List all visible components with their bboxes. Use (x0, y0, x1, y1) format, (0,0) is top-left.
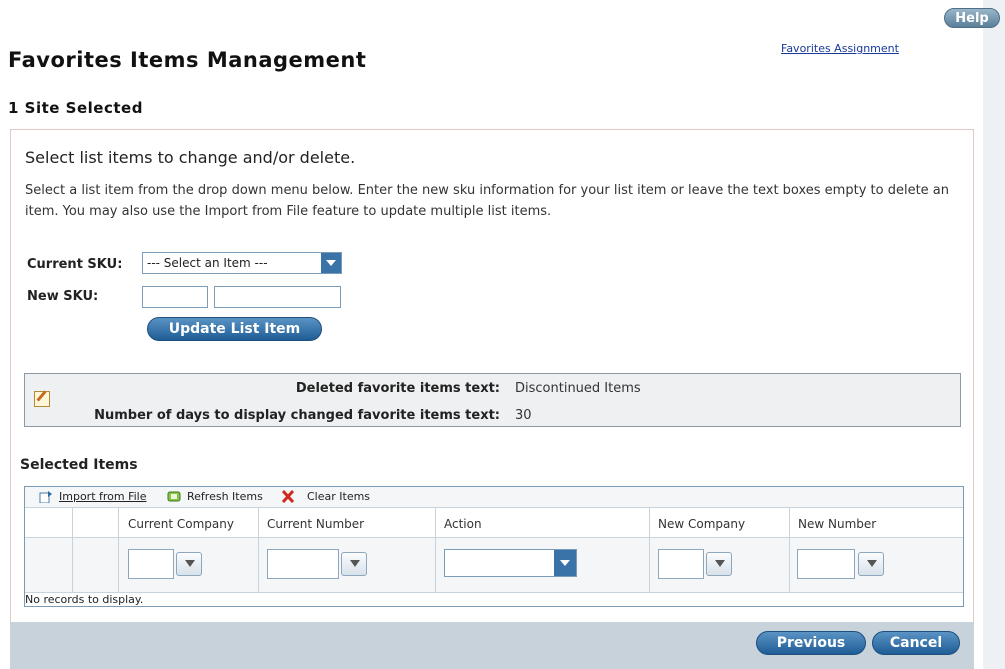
deleted-text-value: Discontinued Items (515, 381, 641, 396)
current-sku-label: Current SKU: (27, 257, 123, 272)
column-header-new-company[interactable]: New Company (658, 517, 745, 531)
edit-icon[interactable] (34, 391, 50, 407)
description-text: Select a list item from the drop down me… (25, 183, 949, 219)
current-sku-select[interactable]: --- Select an Item --- (142, 252, 342, 274)
column-divider (789, 508, 790, 592)
filter-new-company-input[interactable] (658, 549, 704, 579)
filter-action-select[interactable] (444, 549, 577, 577)
chevron-down-icon[interactable] (554, 550, 576, 576)
selected-items-title: Selected Items (20, 457, 138, 473)
days-label: Number of days to display changed favori… (94, 408, 500, 423)
favorites-assignment-link[interactable]: Favorites Assignment (781, 42, 899, 55)
filter-icon[interactable] (706, 552, 732, 576)
current-sku-value: --- Select an Item --- (147, 256, 268, 270)
filter-current-number-input[interactable] (267, 549, 339, 579)
filter-current-company-input[interactable] (128, 549, 174, 579)
filter-icon[interactable] (858, 552, 884, 576)
no-records-message: No records to display. (25, 593, 144, 606)
new-sku-label: New SKU: (27, 289, 99, 304)
column-divider (435, 508, 436, 592)
previous-button[interactable]: Previous (756, 631, 866, 655)
column-divider (118, 508, 119, 592)
new-sku-number-input[interactable] (214, 286, 341, 308)
filter-new-number-input[interactable] (797, 549, 855, 579)
import-icon (39, 491, 52, 503)
help-button[interactable]: Help (944, 8, 1000, 28)
column-header-current-company[interactable]: Current Company (128, 517, 234, 531)
refresh-items-button[interactable]: Refresh Items (187, 490, 263, 503)
page-scrollbar[interactable] (983, 0, 1005, 669)
column-header-action[interactable]: Action (444, 517, 482, 531)
clear-icon (281, 490, 295, 503)
new-sku-company-input[interactable] (142, 286, 208, 308)
page-title: Favorites Items Management (8, 48, 367, 72)
chevron-down-icon[interactable] (321, 253, 341, 273)
site-selected-heading: 1 Site Selected (8, 99, 143, 117)
clear-items-button[interactable]: Clear Items (307, 490, 370, 503)
section-title: Select list items to change and/or delet… (25, 148, 356, 167)
update-list-item-button[interactable]: Update List Item (147, 317, 322, 341)
deleted-text-label: Deleted favorite items text: (295, 381, 500, 396)
filter-icon[interactable] (341, 552, 367, 576)
refresh-icon (167, 491, 181, 502)
column-header-current-number[interactable]: Current Number (267, 517, 364, 531)
days-value: 30 (515, 408, 532, 423)
import-from-file-button[interactable]: Import from File (59, 490, 147, 503)
grid-toolbar: Import from File Refresh Items Clear Ite… (25, 487, 963, 508)
column-divider (72, 508, 73, 592)
selected-items-grid: Import from File Refresh Items Clear Ite… (24, 486, 964, 607)
column-divider (258, 508, 259, 592)
filter-icon[interactable] (176, 552, 202, 576)
column-divider (649, 508, 650, 592)
cancel-button[interactable]: Cancel (872, 631, 960, 655)
column-header-new-number[interactable]: New Number (798, 517, 876, 531)
